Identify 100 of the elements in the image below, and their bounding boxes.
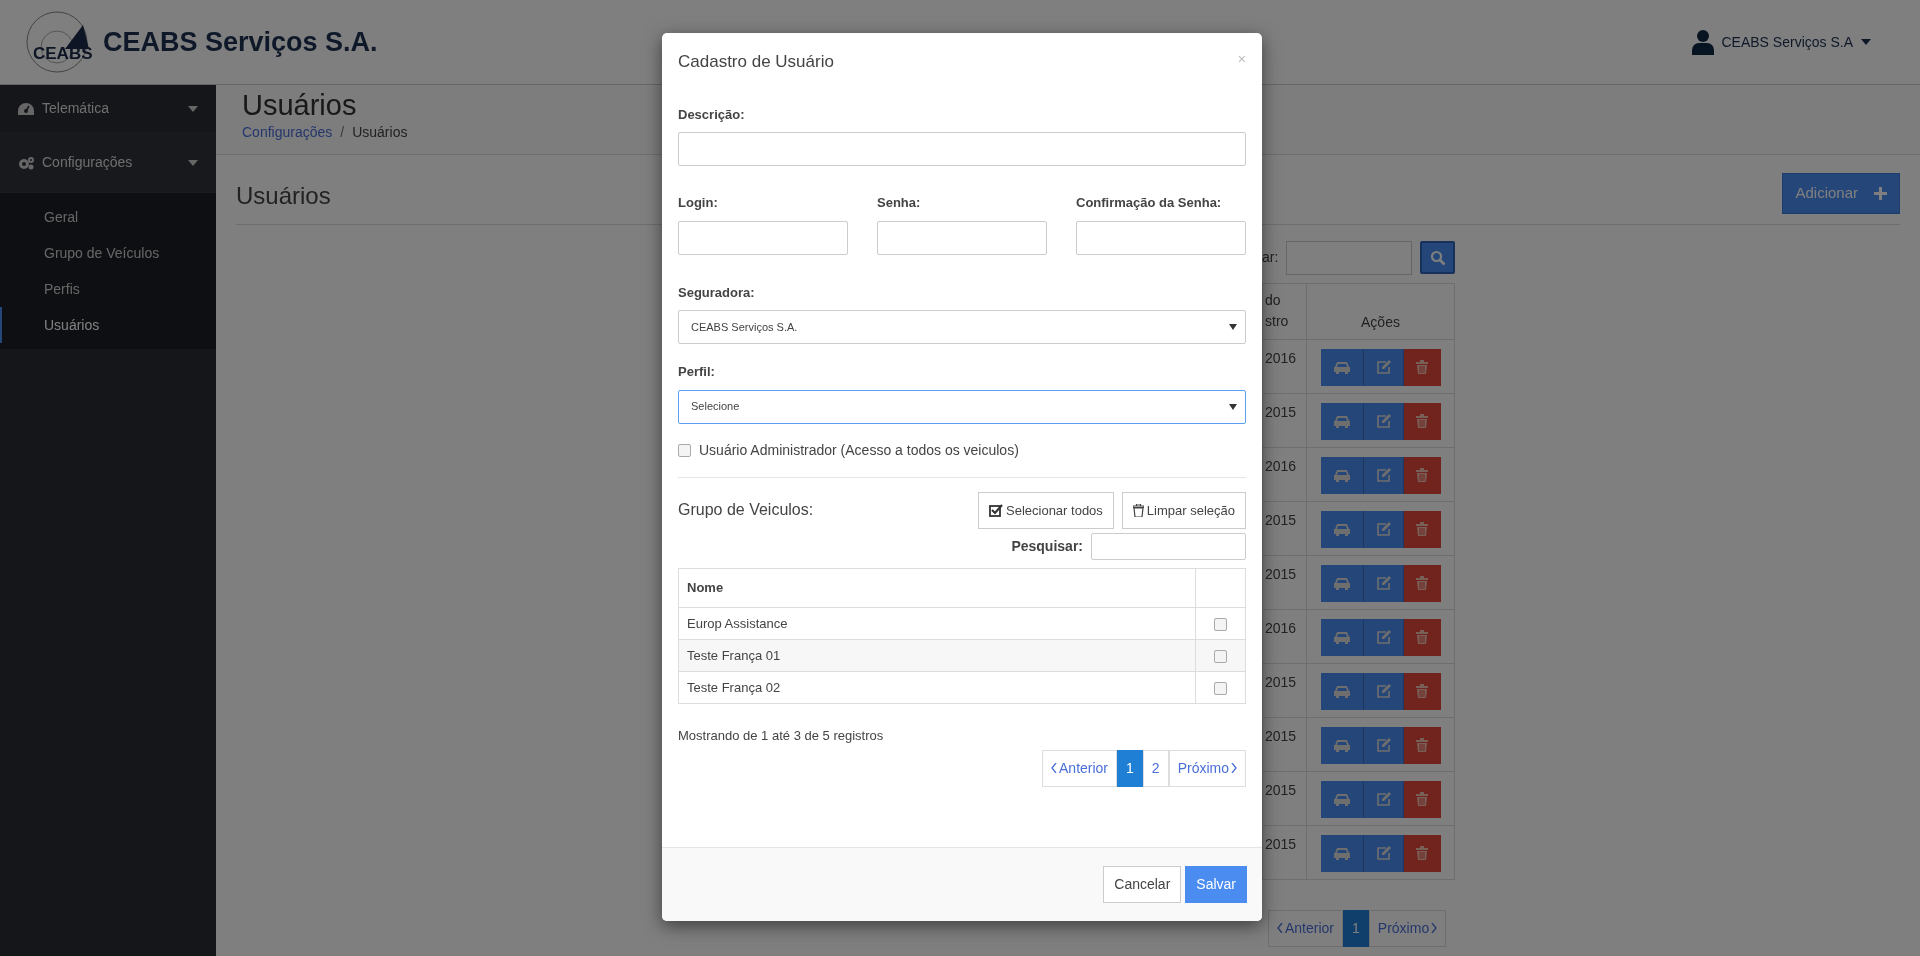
delete-button[interactable] — [1403, 456, 1441, 494]
edit-button[interactable] — [1363, 780, 1404, 818]
edit-button[interactable] — [1363, 672, 1404, 710]
sidebar-subitem[interactable]: Grupo de Veículos — [0, 235, 216, 271]
dropdown-arrow-icon — [1229, 403, 1237, 410]
car-icon — [1332, 630, 1351, 644]
search-icon — [1429, 249, 1446, 266]
delete-button[interactable] — [1403, 564, 1441, 602]
panel-title: Usuários — [236, 180, 331, 211]
edit-icon — [1375, 792, 1391, 806]
select-field[interactable]: CEABS Serviços S.A. — [678, 310, 1246, 344]
checkbox[interactable] — [1214, 681, 1227, 695]
edit-button[interactable] — [1363, 618, 1404, 656]
search-field[interactable] — [1286, 240, 1413, 275]
car-icon — [1332, 468, 1351, 482]
checkbox[interactable] — [1214, 617, 1227, 631]
next-link[interactable]: Próximo — [1168, 749, 1246, 787]
table-cell: 2016 — [1265, 457, 1297, 474]
input-field[interactable] — [1076, 220, 1246, 255]
next-link[interactable]: Próximo — [1368, 909, 1447, 947]
delete-button[interactable] — [1403, 618, 1441, 656]
gauge-icon — [18, 102, 34, 115]
page-link[interactable]: 1 — [1343, 909, 1369, 947]
check-square-icon — [989, 503, 1003, 517]
vehicles-button[interactable] — [1320, 402, 1364, 440]
breadcrumb-link[interactable]: Configurações — [242, 121, 333, 143]
delete-button[interactable] — [1403, 780, 1441, 818]
trash-icon — [1416, 846, 1428, 860]
car-icon — [1332, 576, 1351, 590]
table-cell: 2016 — [1265, 349, 1297, 366]
edit-icon — [1375, 360, 1391, 374]
sidebar-item[interactable]: Configurações — [0, 133, 216, 193]
delete-button[interactable] — [1403, 510, 1441, 548]
previous-link[interactable]: Anterior — [1268, 909, 1344, 947]
input-field[interactable] — [678, 220, 848, 255]
cancel-button[interactable]: Cancelar — [1103, 866, 1182, 903]
input-field[interactable] — [877, 220, 1047, 255]
table-cell: 2015 — [1265, 727, 1297, 744]
trash-icon — [1416, 792, 1428, 806]
edit-icon — [1375, 522, 1391, 536]
clear-selection-button[interactable]: Limpar seleção — [1121, 491, 1246, 529]
field-label: Perfil: — [678, 363, 716, 381]
edit-button[interactable] — [1363, 402, 1404, 440]
delete-button[interactable] — [1403, 834, 1441, 872]
edit-icon — [1375, 468, 1391, 482]
vehicles-button[interactable] — [1320, 618, 1364, 656]
add-button[interactable]: Adicionar — [1782, 173, 1900, 214]
table-cell: Teste França 01 — [687, 647, 781, 663]
vehicles-button[interactable] — [1320, 780, 1364, 818]
sidebar-subitem[interactable]: Geral — [0, 199, 216, 235]
previous-link[interactable]: Anterior — [1042, 749, 1118, 787]
modal-title: Cadastro de Usuário — [678, 51, 834, 73]
page-link[interactable]: 2 — [1142, 749, 1169, 787]
select-field[interactable]: Selecione — [678, 389, 1246, 424]
search-field[interactable] — [1091, 533, 1246, 560]
edit-button[interactable] — [1363, 348, 1404, 386]
vehicles-button[interactable] — [1320, 510, 1364, 548]
car-icon — [1332, 360, 1351, 374]
delete-button[interactable] — [1403, 726, 1441, 764]
gears-icon — [18, 155, 34, 170]
breadcrumb-current: Usuários — [352, 122, 408, 142]
trash-icon — [1416, 414, 1428, 428]
breadcrumb-separator: / — [340, 122, 345, 142]
trash-icon — [1132, 503, 1144, 517]
vehicles-button[interactable] — [1320, 726, 1364, 764]
trash-icon — [1416, 522, 1428, 536]
caret-icon — [1861, 39, 1871, 45]
page-link[interactable]: 1 — [1117, 749, 1143, 787]
close-button[interactable]: × — [1237, 49, 1246, 70]
edit-button[interactable] — [1363, 834, 1404, 872]
edit-button[interactable] — [1363, 510, 1404, 548]
sidebar-subitem[interactable]: Perfis — [0, 271, 216, 307]
vehicles-button[interactable] — [1320, 672, 1364, 710]
checkbox[interactable] — [678, 443, 691, 457]
description-field[interactable] — [678, 132, 1246, 166]
car-icon — [1332, 738, 1351, 752]
save-button[interactable]: Salvar — [1185, 866, 1247, 903]
user-menu[interactable]: CEABS Serviços S.A — [1721, 31, 1853, 53]
edit-icon — [1375, 414, 1391, 428]
table-cell: Europ Assistance — [687, 615, 788, 631]
edit-button[interactable] — [1363, 456, 1404, 494]
select-all-button[interactable]: Selecionar todos — [978, 491, 1114, 529]
edit-button[interactable] — [1363, 726, 1404, 764]
dropdown-arrow-icon — [1229, 324, 1237, 330]
search-button[interactable] — [1420, 241, 1455, 274]
delete-button[interactable] — [1403, 348, 1441, 386]
trash-icon — [1416, 738, 1428, 752]
vehicles-button[interactable] — [1320, 564, 1364, 602]
trash-icon — [1416, 684, 1428, 698]
vehicles-button[interactable] — [1320, 348, 1364, 386]
delete-button[interactable] — [1403, 402, 1441, 440]
field-label: Seguradora: — [678, 283, 756, 302]
vehicles-button[interactable] — [1320, 456, 1364, 494]
checkbox[interactable] — [1214, 649, 1227, 663]
sidebar-label: Configurações — [42, 153, 133, 172]
edit-icon — [1375, 630, 1391, 644]
edit-button[interactable] — [1363, 564, 1404, 602]
delete-button[interactable] — [1403, 672, 1441, 710]
table-cell: 2016 — [1265, 619, 1297, 636]
vehicles-button[interactable] — [1320, 834, 1364, 872]
